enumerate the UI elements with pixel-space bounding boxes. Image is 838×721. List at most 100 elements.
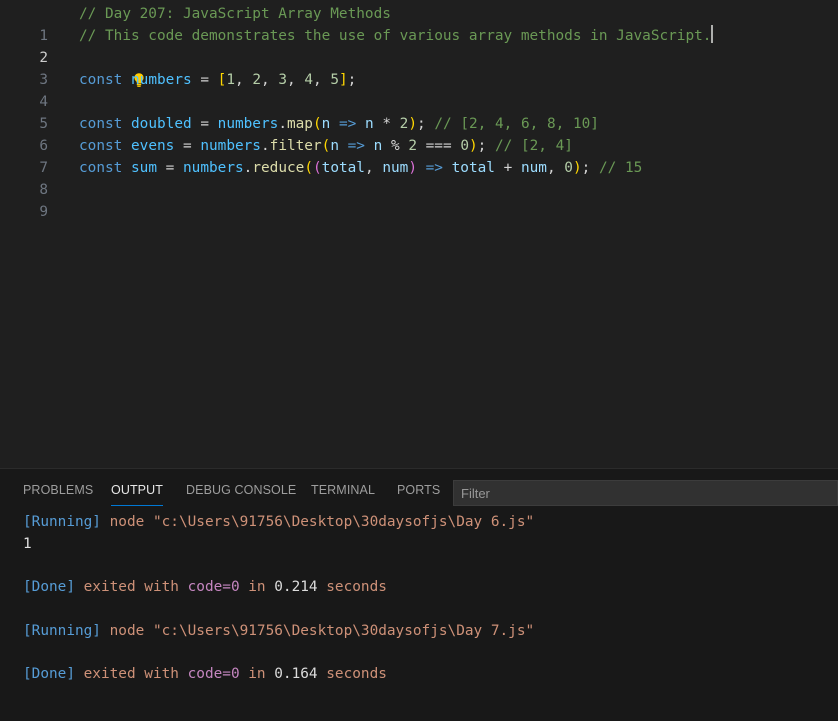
- number: 0: [460, 138, 469, 154]
- operator: =: [191, 116, 218, 132]
- elapsed-time: 0.214: [274, 579, 318, 595]
- running-tag: [Running]: [23, 623, 101, 639]
- bracket: (: [321, 138, 331, 154]
- number: 4: [304, 72, 313, 88]
- comment: // Day 207: JavaScript Array Methods: [79, 6, 391, 22]
- arrow: =>: [416, 160, 452, 176]
- output-text: exited with: [74, 666, 188, 682]
- tab-problems[interactable]: PROBLEMS: [23, 483, 93, 497]
- number: 0: [564, 160, 573, 176]
- code-editor[interactable]: 1 // Day 207: JavaScript Array Methods 2…: [0, 0, 838, 468]
- separator: ,: [313, 72, 331, 88]
- output-line: [Running] node "c:\Users\91756\Desktop\3…: [23, 621, 534, 641]
- code-line-1[interactable]: 1 // Day 207: JavaScript Array Methods: [0, 3, 838, 44]
- separator: ,: [261, 72, 279, 88]
- elapsed-time: 0.164: [274, 666, 318, 682]
- parameter: total: [321, 160, 365, 176]
- output-text: seconds: [317, 666, 387, 682]
- code-line-7[interactable]: 7 const evens = numbers.filter(n => n % …: [0, 135, 838, 176]
- keyword-const: const: [79, 160, 123, 176]
- done-tag: [Done]: [23, 666, 75, 682]
- identifier: n: [364, 116, 374, 132]
- semicolon: ;: [581, 160, 599, 176]
- bracket: (: [312, 160, 322, 176]
- keyword-const: const: [79, 138, 123, 154]
- output-result: 1: [23, 536, 32, 552]
- exit-code: code=0: [187, 666, 240, 682]
- semicolon: ;: [347, 72, 357, 88]
- separator: ,: [287, 72, 305, 88]
- code-line-6[interactable]: 6 const doubled = numbers.map(n => n * 2…: [0, 113, 838, 154]
- tab-output[interactable]: OUTPUT: [111, 483, 163, 506]
- identifier: doubled: [131, 116, 192, 132]
- code-line-4[interactable]: 4 const numbers = [1, 2, 3, 4, 5];: [0, 69, 838, 110]
- comment: // This code demonstrates the use of var…: [79, 28, 712, 44]
- running-tag: [Running]: [23, 514, 101, 530]
- code-line-3[interactable]: 3: [0, 47, 838, 88]
- arrow: =>: [330, 116, 365, 132]
- operator: +: [494, 160, 521, 176]
- bracket: (: [304, 160, 313, 176]
- identifier: numbers: [183, 160, 244, 176]
- method-name: map: [286, 116, 313, 132]
- done-tag: [Done]: [23, 579, 75, 595]
- identifier: num: [520, 160, 547, 176]
- bracket: ): [408, 116, 417, 132]
- code-line-9[interactable]: 9: [0, 179, 838, 220]
- tab-ports[interactable]: PORTS: [397, 483, 440, 497]
- output-text: in: [239, 666, 275, 682]
- code-line-2[interactable]: 2 // This code demonstrates the use of v…: [0, 25, 838, 66]
- operator: %: [382, 138, 409, 154]
- dot: .: [260, 138, 270, 154]
- output-text: in: [239, 579, 275, 595]
- operator: =: [157, 160, 183, 176]
- output-line: [Done] exited with code=0 in 0.164 secon…: [23, 664, 387, 684]
- keyword-const: const: [79, 72, 123, 88]
- output-text: exited with: [74, 579, 188, 595]
- line-number: 9: [39, 204, 48, 220]
- exit-code: code=0: [187, 579, 240, 595]
- output-line: [Done] exited with code=0 in 0.214 secon…: [23, 577, 387, 597]
- operator: =: [191, 72, 218, 88]
- identifier: numbers: [217, 116, 279, 132]
- operator: *: [373, 116, 400, 132]
- comment: // 15: [598, 160, 643, 176]
- comment: // [2, 4, 6, 8, 10]: [434, 116, 599, 132]
- number: 1: [226, 72, 235, 88]
- run-command: node "c:\Users\91756\Desktop\30daysofjs\…: [100, 514, 535, 530]
- bracket: ): [468, 138, 478, 154]
- tab-debug-console[interactable]: DEBUG CONSOLE: [186, 483, 296, 497]
- comment: // [2, 4]: [494, 138, 573, 154]
- operator: ===: [416, 138, 461, 154]
- text-cursor: [711, 25, 714, 43]
- method-name: reduce: [252, 160, 305, 176]
- parameter: num: [382, 160, 409, 176]
- code-line-8[interactable]: 8 const sum = numbers.reduce((total, num…: [0, 157, 838, 198]
- bottom-panel: PROBLEMS OUTPUT DEBUG CONSOLE TERMINAL P…: [0, 468, 838, 721]
- keyword-const: const: [79, 116, 123, 132]
- filter-input[interactable]: [453, 480, 838, 506]
- separator: ,: [364, 160, 383, 176]
- identifier: numbers: [131, 72, 192, 88]
- separator: ,: [546, 160, 565, 176]
- identifier: evens: [131, 138, 175, 154]
- separator: ,: [235, 72, 253, 88]
- bracket: ): [572, 160, 582, 176]
- identifier: numbers: [200, 138, 261, 154]
- operator: =: [174, 138, 201, 154]
- dot: .: [278, 116, 287, 132]
- output-text: seconds: [317, 579, 387, 595]
- bracket: (: [312, 116, 322, 132]
- number: 5: [330, 72, 339, 88]
- panel-tabs: PROBLEMS OUTPUT DEBUG CONSOLE TERMINAL P…: [0, 469, 838, 513]
- run-command: node "c:\Users\91756\Desktop\30daysofjs\…: [100, 623, 535, 639]
- number: 3: [278, 72, 287, 88]
- tab-terminal[interactable]: TERMINAL: [311, 483, 375, 497]
- code-line-5[interactable]: 5: [0, 91, 838, 132]
- bracket: ]: [339, 72, 348, 88]
- identifier: sum: [131, 160, 157, 176]
- parameter: n: [330, 138, 339, 154]
- lightbulb-icon[interactable]: [79, 50, 144, 87]
- number: 2: [252, 72, 261, 88]
- number: 2: [408, 138, 417, 154]
